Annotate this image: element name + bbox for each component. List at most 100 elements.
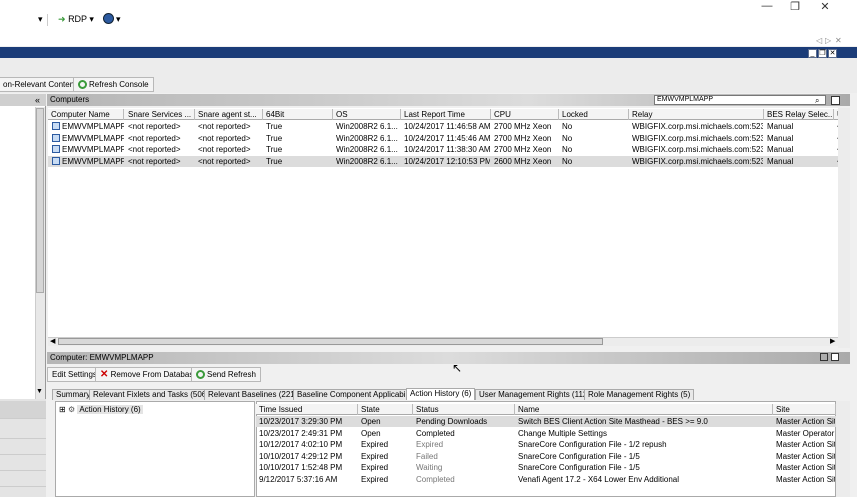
column-header[interactable]: 64Bit <box>263 109 333 120</box>
show-nonrelevant-button[interactable]: on-Relevant Content <box>0 77 82 92</box>
separator <box>47 14 48 26</box>
column-header[interactable]: State <box>358 404 413 415</box>
action-row[interactable]: 9/12/2017 5:37:16 AM Expired Completed Vena… <box>256 474 836 485</box>
computers-hscroll-thumb[interactable] <box>58 338 603 345</box>
cell: 10/12/2017 4:02:10 PM <box>259 440 343 449</box>
globe-dropdown-icon[interactable]: ▾ <box>116 14 121 25</box>
column-header[interactable]: Name <box>515 404 773 415</box>
minimize-button[interactable]: — <box>752 0 782 12</box>
cell: <not reported> <box>128 122 181 131</box>
computer-row[interactable]: EMWVMPLMAPP03 <not reported> <not reported… <box>48 133 841 144</box>
tab[interactable]: Baseline Component Applicability <box>293 389 420 400</box>
computer-row[interactable]: EMWVMPLMAPP04 <not reported> <not reported… <box>48 121 841 132</box>
computer-icon <box>52 156 60 165</box>
edit-settings-button[interactable]: Edit Settings <box>47 367 102 382</box>
column-header[interactable]: Status <box>413 404 515 415</box>
maximize-pane-icon[interactable] <box>831 96 840 105</box>
cell: True <box>266 145 283 154</box>
computer-row[interactable]: EMWVMPLMAPP02 <not reported> <not reported… <box>48 144 841 155</box>
cell: Completed <box>416 474 455 484</box>
nav-section[interactable] <box>0 475 46 487</box>
cell: SnareCore Configuration File - 1/2 repus… <box>518 440 667 449</box>
rdp-button[interactable]: ➜ RDP ▾ <box>58 14 94 25</box>
undock-icon[interactable] <box>820 353 828 361</box>
globe-icon[interactable] <box>103 13 114 24</box>
remove-icon: ✕ <box>100 369 109 380</box>
tab[interactable]: Relevant Baselines (221) <box>204 389 302 400</box>
scroll-left-icon[interactable]: ◀ <box>50 337 55 345</box>
cell: Master Action Site <box>776 474 835 484</box>
rdp-label: RDP <box>68 14 87 24</box>
action-row[interactable]: 10/10/2017 4:29:12 PM Expired Failed SnareC… <box>256 451 836 462</box>
column-header[interactable]: OS <box>333 109 401 120</box>
cell: 10/24/2017 12:10:53 PM <box>404 156 490 166</box>
close-button[interactable]: ✕ <box>810 0 840 13</box>
scroll-right-icon[interactable]: ▶ <box>830 337 835 345</box>
tab-next-icon[interactable]: ▷ <box>825 36 831 45</box>
column-header[interactable]: Last Report Time <box>401 109 491 120</box>
column-header[interactable]: Snare Services ... <box>125 109 195 120</box>
cell: <not reported> <box>128 145 181 154</box>
tab[interactable]: Summary <box>52 389 95 400</box>
column-header[interactable]: Site <box>773 404 836 415</box>
cell: EMWVMPLMAPP <box>62 156 124 166</box>
cell: Win2008R2 6.1... <box>336 156 398 166</box>
column-header[interactable]: Locked <box>559 109 629 120</box>
cell: <not reported> <box>198 133 251 143</box>
cell: Manual <box>767 145 794 154</box>
tab[interactable]: User Management Rights (112) <box>475 389 595 400</box>
cell: 10/24/2017 11:46:58 AM <box>404 122 490 131</box>
action-row[interactable]: 10/10/2017 1:52:48 PM Expired Waiting Snare… <box>256 462 836 473</box>
computers-vscrollbar[interactable] <box>838 108 850 348</box>
cell: Master Action Site <box>776 440 835 449</box>
collapse-icon[interactable]: « <box>35 95 40 105</box>
cell: Master Action Site <box>776 451 835 461</box>
cell: 10/10/2017 1:52:48 PM <box>259 463 343 472</box>
column-header[interactable]: Time Issued <box>256 404 358 415</box>
action-row[interactable]: 10/12/2017 4:02:10 PM Expired Expired Snare… <box>256 439 836 450</box>
tab-prev-icon[interactable]: ◁ <box>816 36 822 45</box>
cell: Expired <box>361 440 389 449</box>
nav-section[interactable] <box>0 459 46 471</box>
tab[interactable]: Action History (6) <box>406 388 476 400</box>
restore-button[interactable]: ❐ <box>780 0 810 13</box>
remove-from-database-label: Remove From Database <box>110 370 198 379</box>
cell: Open <box>361 417 381 426</box>
column-header[interactable]: Relay <box>629 109 764 120</box>
navigation-scroll-thumb[interactable] <box>36 108 44 293</box>
cell: WBIGFIX.corp.msi.michaels.com:52311 <box>632 145 763 154</box>
cell: <not reported> <box>128 133 181 143</box>
expand-icon[interactable]: ⊞ <box>59 405 66 414</box>
inner-restore-button[interactable]: ❐ <box>818 49 827 58</box>
maximize-pane-icon[interactable] <box>831 353 839 361</box>
column-header[interactable]: Computer Name <box>48 109 124 120</box>
scroll-down-icon[interactable]: ▼ <box>36 388 43 395</box>
dropdown-arrow-icon[interactable]: ▾ <box>38 14 43 25</box>
inner-close-button[interactable]: ✕ <box>828 49 837 58</box>
column-header[interactable]: CPU <box>491 109 559 120</box>
nav-section[interactable] <box>0 443 46 455</box>
tab[interactable]: Relevant Fixlets and Tasks (506) <box>89 389 213 400</box>
tab[interactable]: Role Management Rights (5) <box>584 389 695 400</box>
computer-pane-title: Computer: EMWVMPLMAPP <box>50 353 154 362</box>
inner-minimize-button[interactable]: _ <box>808 49 817 58</box>
tree-item-label: Action History (6) <box>77 405 143 414</box>
column-header[interactable]: BES Relay Selec... <box>764 109 834 120</box>
tab-close-icon[interactable]: ✕ <box>835 36 842 45</box>
action-row[interactable]: 10/23/2017 3:29:30 PM Open Pending Downloa… <box>256 416 836 427</box>
column-header[interactable]: Snare agent st... <box>195 109 263 120</box>
nav-section[interactable] <box>0 401 46 419</box>
computer-row[interactable]: EMWVMPLMAPP <not reported> <not reported> T… <box>48 155 841 167</box>
cell: 10/10/2017 4:29:12 PM <box>259 451 343 461</box>
search-icon[interactable]: ⌕ <box>815 96 819 106</box>
cell: EMWVMPLMAPP04 <box>62 122 124 131</box>
action-history-scrollbar[interactable] <box>836 401 850 497</box>
cell: Open <box>361 428 381 438</box>
action-row[interactable]: 10/23/2017 2:49:31 PM Open Completed Change… <box>256 428 836 439</box>
remove-from-database-button[interactable]: ✕ Remove From Database <box>95 367 203 382</box>
computer-search-input[interactable]: EMWVMPLMAPP <box>654 95 826 105</box>
tree-item[interactable]: ⊞ ⚙ Action History (6) <box>59 405 143 414</box>
refresh-console-button[interactable]: Refresh Console <box>73 77 154 92</box>
send-refresh-button[interactable]: Send Refresh <box>191 367 261 382</box>
nav-section[interactable] <box>0 427 46 439</box>
